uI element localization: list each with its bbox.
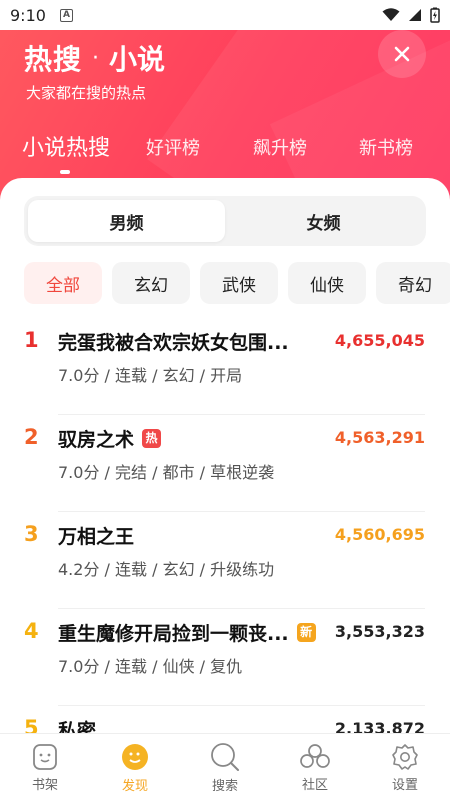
segment-female[interactable]: 女频: [225, 200, 422, 242]
gender-segment: 男频 女频: [24, 196, 426, 246]
search-count: 4,655,045: [334, 331, 425, 350]
discover-icon: [122, 744, 148, 770]
status-icons: [382, 7, 440, 23]
book-meta: 7.0分 / 连载 / 仙侠 / 复仇: [58, 657, 243, 676]
status-bar: 9:10 A: [0, 0, 450, 30]
battery-icon: [430, 7, 440, 23]
title-separator: ·: [92, 45, 100, 71]
tab-novel-hot[interactable]: 小说热搜: [22, 130, 110, 162]
list-item[interactable]: 4 重生魔修开局捡到一颗丧... 新 3,553,323 7.0分 / 连载 /…: [0, 609, 450, 706]
nav-community[interactable]: 社区: [270, 734, 360, 801]
settings-icon: [392, 744, 418, 770]
book-title: 重生魔修开局捡到一颗丧... 新: [58, 619, 316, 646]
nav-label: 发现: [121, 779, 148, 794]
list-item[interactable]: 1 完蛋我被合欢宗妖女包围... 4,655,045 7.0分 / 连载 / 玄…: [0, 318, 450, 415]
nav-discover[interactable]: 发现: [90, 734, 180, 801]
new-badge: 新: [296, 623, 316, 642]
search-count: 4,560,695: [334, 525, 425, 544]
bottom-nav: 书架 发现 搜索 社区 设置: [0, 733, 450, 801]
book-meta: 7.0分 / 连载 / 玄幻 / 开局: [58, 366, 243, 385]
nav-label: 书架: [31, 778, 58, 793]
nav-settings[interactable]: 设置: [360, 734, 450, 801]
bookshelf-icon: [33, 744, 57, 770]
ranking-tabs: 小说热搜 好评榜 飙升榜 新书榜: [0, 128, 450, 168]
chip-qihuan[interactable]: 奇幻: [376, 262, 450, 304]
book-title-text: 万相之王: [58, 526, 135, 548]
nav-label: 设置: [391, 778, 418, 793]
search-icon: [211, 743, 239, 771]
nav-search[interactable]: 搜索: [180, 734, 270, 801]
book-title-text: 完蛋我被合欢宗妖女包围...: [58, 332, 289, 354]
hot-badge: 热: [142, 429, 162, 448]
book-title: 驭房之术 热: [58, 425, 162, 452]
tab-top-rated[interactable]: 好评榜: [146, 134, 200, 160]
tab-indicator: [60, 170, 70, 174]
notification-a-icon: A: [59, 8, 73, 22]
segment-male[interactable]: 男频: [28, 200, 225, 242]
book-title-text: 驭房之术: [58, 429, 135, 451]
page-title: 热搜 · 小说: [24, 38, 165, 78]
book-meta: 7.0分 / 完结 / 都市 / 草根逆袭: [58, 463, 275, 482]
chip-all[interactable]: 全部: [24, 262, 102, 304]
list-item[interactable]: 3 万相之王 4,560,695 4.2分 / 连载 / 玄幻 / 升级练功: [0, 512, 450, 609]
nav-label: 社区: [301, 778, 328, 793]
page-subtitle: 大家都在搜的热点: [26, 84, 147, 102]
status-time: 9:10: [10, 5, 46, 25]
rank-number: 4: [24, 619, 39, 643]
search-count: 4,563,291: [334, 428, 425, 447]
signal-icon: [409, 9, 421, 21]
search-count: 3,553,323: [334, 622, 425, 641]
wifi-icon: [382, 8, 400, 21]
title-hot: 热搜: [24, 43, 83, 76]
chip-xuanhuan[interactable]: 玄幻: [112, 262, 190, 304]
genre-chips: 全部 玄幻 武侠 仙侠 奇幻: [24, 262, 450, 304]
book-title: 万相之王: [58, 522, 134, 549]
nav-bookshelf[interactable]: 书架: [0, 734, 90, 801]
rank-number: 1: [24, 328, 39, 352]
nav-label: 搜索: [211, 779, 238, 794]
chip-xianxia[interactable]: 仙侠: [288, 262, 366, 304]
book-meta: 4.2分 / 连载 / 玄幻 / 升级练功: [58, 560, 275, 579]
close-button[interactable]: [378, 30, 426, 78]
book-title: 完蛋我被合欢宗妖女包围...: [58, 328, 289, 355]
rank-number: 3: [24, 522, 39, 546]
rank-number: 2: [24, 425, 39, 449]
book-title-text: 重生魔修开局捡到一颗丧...: [58, 623, 289, 645]
close-icon: [394, 46, 410, 62]
list-item[interactable]: 2 驭房之术 热 4,563,291 7.0分 / 完结 / 都市 / 草根逆袭: [0, 415, 450, 512]
tab-rising[interactable]: 飙升榜: [253, 134, 307, 160]
community-icon: [300, 744, 330, 768]
chip-wuxia[interactable]: 武侠: [200, 262, 278, 304]
title-novel: 小说: [109, 43, 166, 76]
tab-new-books[interactable]: 新书榜: [359, 134, 413, 160]
